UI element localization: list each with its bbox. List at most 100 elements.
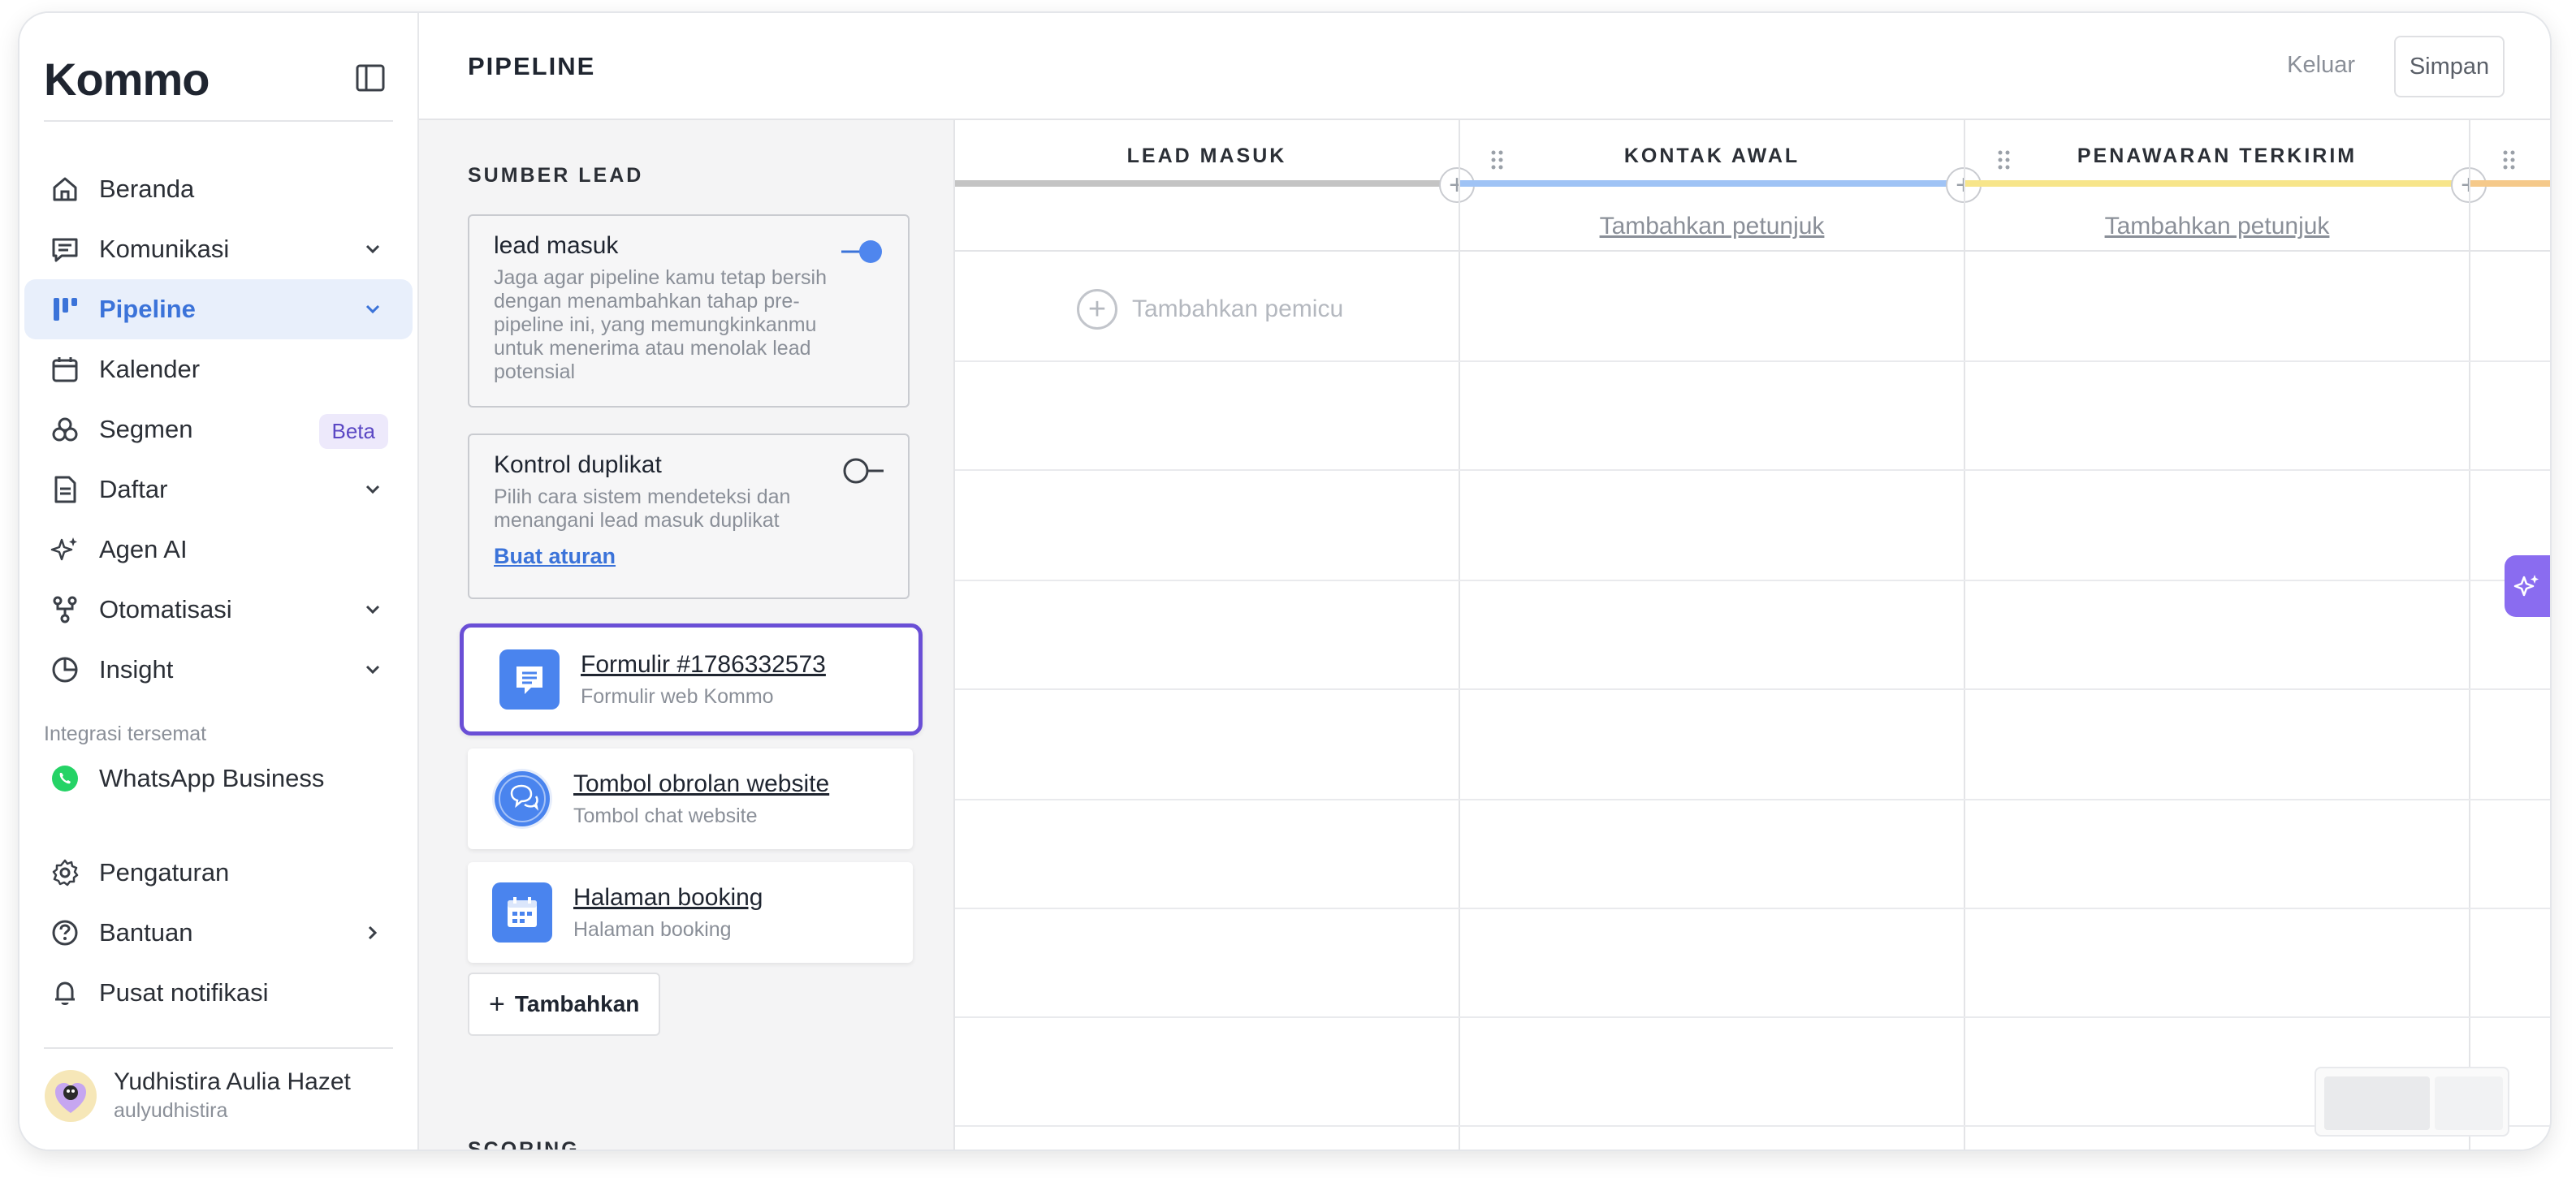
minimap-viewport[interactable] — [2324, 1076, 2430, 1130]
source-text: Halaman booking Halaman booking — [573, 884, 763, 942]
sidebar-collapse-icon[interactable] — [354, 62, 387, 94]
duplicate-control-description: Pilih cara sistem mendeteksi dan menanga… — [494, 485, 791, 532]
ai-assistant-button[interactable] — [2505, 555, 2550, 617]
sidebar: Kommo Beranda Komunikasi Pipeline Kalend… — [19, 13, 419, 1150]
lead-source-booking-page[interactable]: Halaman booking Halaman booking — [468, 862, 913, 963]
duplicate-control-card: Kontrol duplikat Pilih cara sistem mende… — [468, 434, 910, 599]
sidebar-item-label: Pusat notifikasi — [99, 978, 269, 1007]
row-divider — [955, 908, 2550, 909]
add-trigger-label: Tambahkan pemicu — [1132, 296, 1344, 322]
plus-circle-icon: + — [1077, 289, 1117, 330]
gear-icon — [49, 856, 81, 889]
pipeline-board: Keluar Simpan LEAD MASUK + KONTAK AWAL T… — [955, 13, 2550, 1150]
add-lead-source-label: Tambahkan — [514, 991, 640, 1016]
pipeline-icon — [49, 293, 81, 326]
sidebar-item-pengaturan[interactable]: Pengaturan — [24, 843, 413, 903]
sidebar-item-label: Pipeline — [99, 295, 196, 323]
user-profile[interactable]: Yudhistira Aulia Hazet aulyudhistira — [44, 1068, 351, 1123]
sidebar-item-insight[interactable]: Insight — [24, 640, 413, 700]
pipeline-settings-panel: PIPELINE SUMBER LEAD lead masuk Jaga aga… — [419, 13, 955, 1150]
kommo-logo[interactable]: Kommo — [44, 50, 210, 107]
add-trigger-button[interactable]: + Tambahkan pemicu — [1077, 289, 1343, 330]
source-text: Formulir #1786332573 Formulir web Kommo — [581, 651, 826, 709]
sidebar-item-komunikasi[interactable]: Komunikasi — [24, 219, 413, 279]
add-hint-link[interactable]: Tambahkan petunjuk — [1965, 213, 2469, 240]
add-lead-source-button[interactable]: + Tambahkan — [468, 973, 661, 1036]
column-divider — [1964, 120, 1965, 1150]
sidebar-item-beranda[interactable]: Beranda — [24, 159, 413, 219]
sidebar-item-otomatisasi[interactable]: Otomatisasi — [24, 580, 413, 640]
list-icon — [49, 473, 81, 506]
sidebar-item-label: Daftar — [99, 475, 168, 503]
column-divider — [2469, 120, 2470, 1150]
lead-source-web-form[interactable]: Formulir #1786332573 Formulir web Kommo — [460, 623, 923, 736]
calendar-booking-icon — [492, 882, 552, 943]
incoming-leads-description: Jaga agar pipeline kamu tetap bersih den… — [494, 266, 827, 383]
duplicate-control-title: Kontrol duplikat — [494, 451, 662, 478]
sidebar-item-kalender[interactable]: Kalender — [24, 339, 413, 399]
logo-wordmark: Kommo — [44, 53, 210, 105]
sidebar-divider — [44, 120, 393, 122]
duplicate-control-toggle[interactable] — [840, 456, 885, 485]
home-icon — [49, 173, 81, 205]
incoming-leads-toggle[interactable] — [840, 237, 885, 266]
sidebar-item-bantuan[interactable]: Bantuan — [24, 903, 413, 963]
save-button[interactable]: Simpan — [2394, 36, 2505, 97]
create-rule-link[interactable]: Buat aturan — [494, 544, 616, 569]
stage-column-next — [2470, 120, 2550, 252]
segments-icon — [49, 413, 81, 446]
sidebar-item-label: WhatsApp Business — [99, 764, 325, 792]
stage-color-bar — [2470, 180, 2550, 187]
stage-column-penawaran-terkirim[interactable]: PENAWARAN TERKIRIM Tambahkan petunjuk — [1965, 120, 2469, 252]
chevron-down-icon[interactable] — [361, 597, 385, 622]
sidebar-divider — [44, 1047, 393, 1049]
lead-sources-heading: SUMBER LEAD — [468, 164, 644, 187]
row-divider — [955, 580, 2550, 581]
avatar — [44, 1069, 97, 1123]
board-toolbar: Keluar Simpan — [955, 13, 2550, 120]
chevron-down-icon[interactable] — [361, 477, 385, 502]
panel-header: PIPELINE — [419, 13, 955, 120]
sidebar-item-pipeline[interactable]: Pipeline — [24, 279, 413, 339]
sidebar-item-pusat-notifikasi[interactable]: Pusat notifikasi — [24, 963, 413, 1023]
board-minimap[interactable] — [2315, 1067, 2509, 1137]
sidebar-item-label: Komunikasi — [99, 235, 230, 263]
app-window: Kommo Beranda Komunikasi Pipeline Kalend… — [19, 13, 2550, 1150]
sidebar-item-label: Kalender — [99, 355, 201, 383]
sidebar-item-label: Beranda — [99, 175, 195, 203]
row-divider — [955, 1016, 2550, 1018]
chevron-down-icon[interactable] — [361, 658, 385, 682]
sidebar-item-whatsapp-business[interactable]: WhatsApp Business — [24, 748, 413, 809]
sidebar-item-label: Pengaturan — [99, 858, 230, 886]
sidebar-bottom-nav: Pengaturan Bantuan Pusat notifikasi — [24, 843, 413, 1023]
row-divider — [955, 1125, 2550, 1127]
chevron-down-icon[interactable] — [361, 297, 385, 321]
automation-icon — [49, 593, 81, 626]
source-title[interactable]: Formulir #1786332573 — [581, 651, 826, 679]
help-icon — [49, 917, 81, 949]
lead-source-chat-button[interactable]: Tombol obrolan website Tombol chat websi… — [468, 748, 913, 849]
integrations-list: WhatsApp Business — [24, 748, 413, 809]
stage-color-bar — [1460, 180, 1964, 187]
calendar-icon — [49, 353, 81, 386]
sidebar-item-segmen[interactable]: Segmen Beta — [24, 399, 413, 459]
bell-icon — [49, 977, 81, 1009]
exit-button[interactable]: Keluar — [2287, 52, 2355, 79]
stage-column-kontak-awal[interactable]: KONTAK AWAL Tambahkan petunjuk — [1460, 120, 1964, 252]
minimap-area — [2435, 1076, 2503, 1130]
source-subtitle: Halaman booking — [573, 917, 732, 941]
sidebar-item-label: Insight — [99, 655, 174, 684]
sidebar-item-agen-ai[interactable]: Agen AI — [24, 520, 413, 580]
add-hint-link[interactable]: Tambahkan petunjuk — [1460, 213, 1964, 240]
sidebar-nav: Beranda Komunikasi Pipeline Kalender Seg… — [24, 159, 413, 700]
sidebar-item-label: Bantuan — [99, 918, 193, 947]
source-title[interactable]: Tombol obrolan website — [573, 770, 829, 798]
column-divider — [1459, 120, 1460, 1150]
source-title[interactable]: Halaman booking — [573, 884, 763, 912]
stage-column-lead-masuk[interactable]: LEAD MASUK — [955, 120, 1459, 252]
stage-title: LEAD MASUK — [1126, 145, 1287, 167]
sidebar-item-daftar[interactable]: Daftar — [24, 459, 413, 520]
incoming-leads-card: lead masuk Jaga agar pipeline kamu tetap… — [468, 214, 910, 408]
chevron-down-icon[interactable] — [361, 237, 385, 261]
chevron-right-icon[interactable] — [361, 921, 385, 945]
